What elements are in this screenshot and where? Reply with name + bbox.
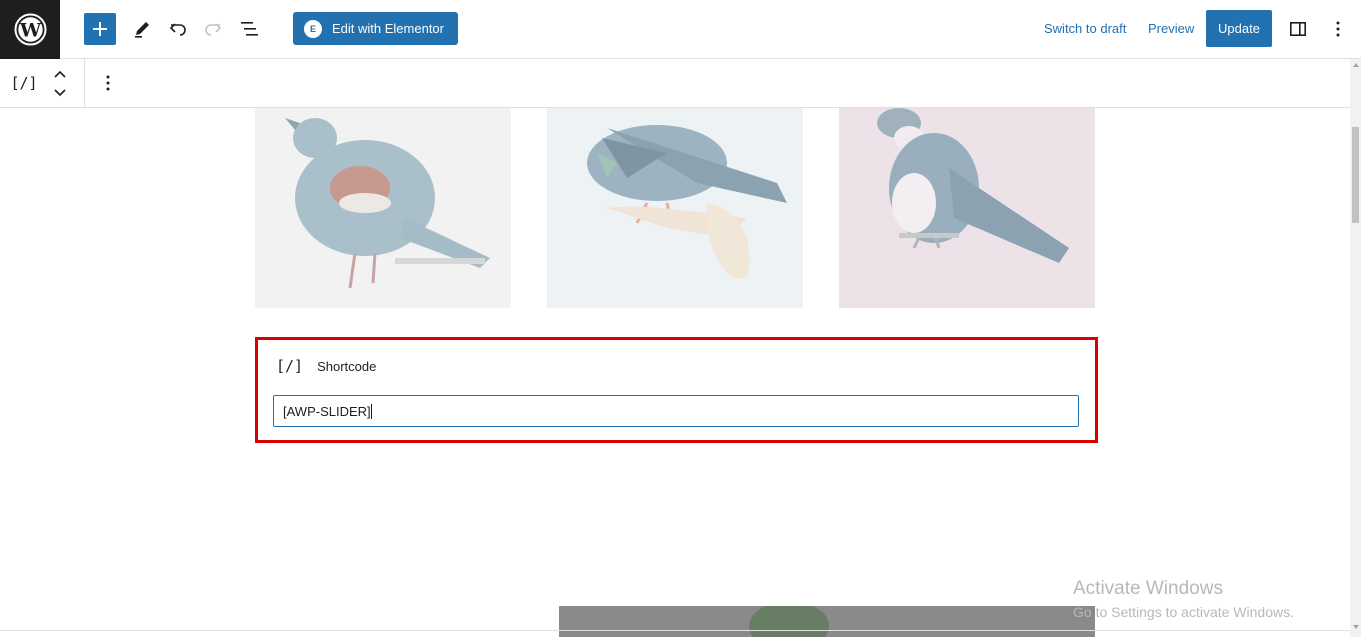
- vertical-scrollbar[interactable]: [1350, 59, 1361, 637]
- partial-image-content: [559, 606, 1095, 637]
- undo-icon: [169, 23, 186, 36]
- add-block-button[interactable]: [84, 13, 116, 45]
- watermark-title: Activate Windows: [1073, 578, 1223, 599]
- list-view-icon: [241, 22, 258, 36]
- tools-button[interactable]: [126, 13, 158, 45]
- scroll-up-arrow-icon[interactable]: [1352, 63, 1359, 67]
- scroll-down-arrow-icon[interactable]: [1352, 625, 1359, 629]
- toolbar-divider: [84, 59, 85, 108]
- more-vertical-icon: [106, 75, 110, 91]
- chevron-down-icon[interactable]: [50, 85, 70, 101]
- shortcode-input-value: [AWP-SLIDER]: [283, 403, 371, 419]
- blue-bird-illustration: [587, 125, 787, 279]
- update-button[interactable]: Update: [1206, 10, 1272, 47]
- windows-activation-watermark: Activate Windows Go to Settings to activ…: [1073, 578, 1294, 620]
- pencil-icon: [135, 22, 149, 38]
- gallery-image-blue-bird[interactable]: [547, 108, 803, 308]
- shortcode-input[interactable]: [AWP-SLIDER]: [273, 395, 1079, 427]
- options-button[interactable]: [1322, 13, 1354, 45]
- gallery-image-crowned-pigeon[interactable]: [255, 108, 511, 308]
- undo-button[interactable]: [162, 13, 194, 45]
- magpie-illustration: [877, 108, 1069, 263]
- more-vertical-icon: [1336, 21, 1340, 37]
- chevron-up-icon[interactable]: [50, 67, 70, 83]
- pigeon-illustration: [285, 118, 490, 289]
- svg-text:W: W: [18, 20, 41, 42]
- text-caret: [370, 403, 372, 419]
- redo-button[interactable]: [197, 13, 229, 45]
- shortcode-header: [/] Shortcode: [276, 357, 376, 375]
- edit-with-elementor-button[interactable]: E Edit with Elementor: [293, 12, 458, 45]
- plus-icon: [93, 22, 107, 36]
- shortcode-icon: [/]: [276, 357, 304, 375]
- scrollbar-thumb[interactable]: [1352, 127, 1359, 223]
- switch-to-draft-button[interactable]: Switch to draft: [1044, 21, 1126, 36]
- elementor-icon: E: [304, 19, 322, 38]
- editor-header: W E Edit with Elementor Switch to draft …: [0, 0, 1361, 59]
- block-mover: [50, 67, 70, 101]
- settings-panel-icon: [1289, 21, 1306, 36]
- block-toolbar: [/]: [0, 59, 1350, 108]
- block-options-button[interactable]: [96, 71, 120, 95]
- preview-button[interactable]: Preview: [1148, 21, 1194, 36]
- shortcode-block[interactable]: [/] Shortcode [AWP-SLIDER]: [255, 337, 1098, 443]
- shortcode-icon: [/]: [10, 74, 38, 92]
- shortcode-label: Shortcode: [317, 358, 377, 374]
- block-type-button[interactable]: [/]: [10, 71, 38, 95]
- watermark-subtitle: Go to Settings to activate Windows.: [1073, 604, 1294, 620]
- wordpress-logo-button[interactable]: W: [0, 0, 60, 59]
- redo-icon: [205, 23, 222, 36]
- edit-with-elementor-label: Edit with Elementor: [332, 21, 444, 36]
- wordpress-logo-icon: W: [14, 13, 46, 46]
- settings-panel-button[interactable]: [1282, 13, 1314, 45]
- list-view-button[interactable]: [234, 13, 266, 45]
- partial-image[interactable]: [559, 606, 1095, 637]
- gallery-image-magpie[interactable]: [839, 108, 1095, 308]
- footer-divider: [0, 630, 1350, 631]
